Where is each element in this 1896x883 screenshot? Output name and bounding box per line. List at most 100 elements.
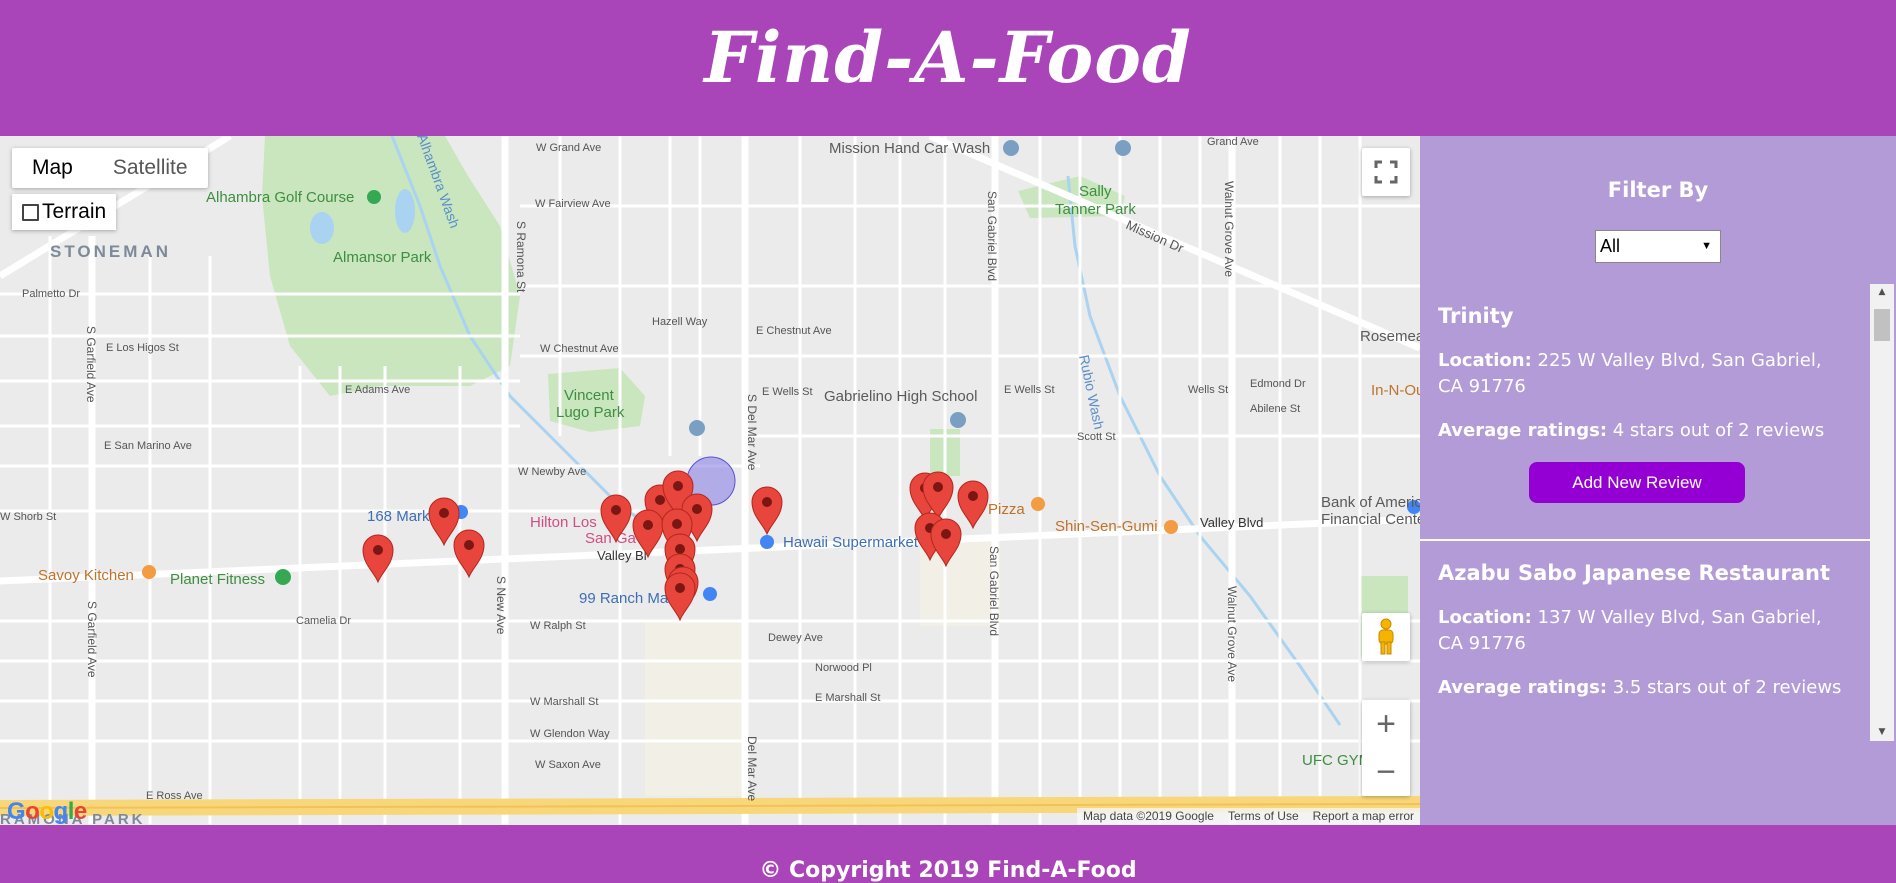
marker-icon[interactable] bbox=[957, 480, 989, 530]
site-title: Find-A-Food bbox=[704, 16, 1192, 99]
restaurant-list[interactable]: Trinity Location: 225 W Valley Blvd, San… bbox=[1420, 284, 1870, 825]
commercial-area bbox=[645, 621, 745, 796]
street-label: Valley Blvd bbox=[1200, 515, 1263, 530]
filter-select[interactable]: All ▼ bbox=[1595, 230, 1721, 263]
street-label: Abilene St bbox=[1250, 403, 1300, 415]
street-label: W Newby Ave bbox=[518, 466, 586, 478]
street-label: Edmond Dr bbox=[1250, 378, 1306, 390]
map-type-map-button[interactable]: Map bbox=[12, 148, 93, 188]
street-label: W Ralph St bbox=[530, 620, 586, 632]
fullscreen-button[interactable] bbox=[1362, 148, 1410, 196]
add-new-review-button[interactable]: Add New Review bbox=[1529, 462, 1745, 503]
map-label: In-N-Ou bbox=[1371, 382, 1420, 399]
map[interactable]: Alhambra Golf Course STONEMAN Almansor P… bbox=[0, 136, 1420, 825]
street-label: Mission Dr bbox=[1124, 217, 1187, 256]
marker-icon[interactable] bbox=[362, 534, 394, 584]
street-label: Dewey Ave bbox=[768, 632, 823, 644]
street-label: S Del Mar Ave bbox=[745, 394, 759, 471]
map-label: Sally bbox=[1079, 183, 1112, 200]
google-logo-letter: o bbox=[25, 798, 40, 825]
restaurant-card: Azabu Sabo Japanese Restaurant Location:… bbox=[1420, 541, 1870, 701]
marker-icon[interactable] bbox=[664, 572, 696, 622]
list-scrollbar[interactable]: ▲ ▼ bbox=[1870, 284, 1894, 741]
street-label: Camelia Dr bbox=[296, 615, 351, 627]
restaurant-ratings: Average ratings: 4 stars out of 2 review… bbox=[1438, 418, 1870, 444]
fitness-poi-icon bbox=[275, 569, 291, 585]
shopping-poi-icon bbox=[703, 587, 717, 601]
checkbox-icon[interactable] bbox=[22, 203, 39, 221]
copyright-text: © Copyright 2019 Find-A-Food bbox=[759, 858, 1137, 883]
street-label: Del Mar Ave bbox=[745, 736, 759, 801]
street-label: E Chestnut Ave bbox=[756, 325, 832, 337]
marker-icon[interactable] bbox=[751, 486, 783, 536]
ratings-value: 3.5 stars out of 2 reviews bbox=[1607, 677, 1842, 698]
map-label: Financial Center bbox=[1321, 511, 1420, 528]
scrollbar-thumb[interactable] bbox=[1874, 309, 1890, 341]
report-map-error-link[interactable]: Report a map error bbox=[1313, 808, 1414, 825]
zoom-in-button[interactable]: + bbox=[1362, 700, 1410, 748]
footer: © Copyright 2019 Find-A-Food bbox=[0, 825, 1896, 883]
ratings-value: 4 stars out of 2 reviews bbox=[1607, 420, 1825, 441]
map-type-control: Map Satellite bbox=[12, 148, 208, 188]
street-label: Hazell Way bbox=[652, 316, 708, 328]
shopping-poi-icon bbox=[760, 535, 774, 549]
location-label: Location: bbox=[1438, 607, 1532, 628]
map-label: Savoy Kitchen bbox=[38, 567, 134, 584]
carwash-poi-icon bbox=[1003, 140, 1019, 156]
map-label: Hawaii Supermarket bbox=[783, 534, 919, 551]
street-label: W Glendon Way bbox=[530, 728, 610, 740]
map-label: Alhambra Golf Course bbox=[206, 189, 354, 206]
street-label: E Adams Ave bbox=[345, 384, 410, 396]
scroll-up-icon[interactable]: ▲ bbox=[1870, 284, 1894, 301]
map-label: Tanner Park bbox=[1055, 201, 1136, 218]
lake bbox=[310, 212, 334, 244]
ratings-label: Average ratings: bbox=[1438, 420, 1608, 441]
street-label: W Saxon Ave bbox=[535, 759, 601, 771]
school-poi-icon bbox=[689, 420, 705, 436]
street-label: S Ramona St bbox=[514, 221, 528, 293]
street-label: E Wells St bbox=[1004, 384, 1055, 396]
marker-icon[interactable] bbox=[428, 497, 460, 547]
dropdown-arrow-icon: ▼ bbox=[1701, 240, 1712, 252]
zoom-control: + − bbox=[1362, 700, 1410, 796]
map-label: Lugo Park bbox=[556, 404, 625, 421]
google-logo[interactable]: Google bbox=[7, 798, 87, 825]
school-poi-icon bbox=[950, 412, 966, 428]
map-canvas[interactable]: Alhambra Golf Course STONEMAN Almansor P… bbox=[0, 136, 1420, 825]
map-label: Hilton Los bbox=[530, 514, 597, 531]
terrain-toggle[interactable]: Terrain bbox=[12, 194, 117, 230]
map-label: 168 Mark bbox=[367, 508, 430, 525]
scroll-down-icon[interactable]: ▼ bbox=[1870, 724, 1894, 741]
poi-icon bbox=[1115, 140, 1131, 156]
map-type-satellite-button[interactable]: Satellite bbox=[93, 148, 208, 188]
park-area bbox=[262, 136, 520, 396]
header: Find-A-Food bbox=[0, 0, 1896, 136]
restaurant-card: Trinity Location: 225 W Valley Blvd, San… bbox=[1420, 284, 1870, 541]
street-label: E Marshall St bbox=[815, 692, 880, 704]
zoom-out-button[interactable]: − bbox=[1362, 748, 1410, 796]
restaurant-ratings: Average ratings: 3.5 stars out of 2 revi… bbox=[1438, 675, 1870, 701]
terms-of-use-link[interactable]: Terms of Use bbox=[1228, 808, 1299, 825]
map-label: 99 Ranch Ma bbox=[579, 590, 669, 607]
golf-poi-icon bbox=[367, 190, 381, 204]
street-label: Palmetto Dr bbox=[22, 288, 80, 300]
sidebar: Filter By All ▼ Trinity Location: 225 W … bbox=[1420, 136, 1896, 825]
street-label: Walnut Grove Ave bbox=[1222, 181, 1236, 277]
restaurant-location: Location: 137 W Valley Blvd, San Gabriel… bbox=[1438, 605, 1870, 657]
street-label: Norwood Pl bbox=[815, 662, 872, 674]
ratings-label: Average ratings: bbox=[1438, 677, 1608, 698]
street-label: Grand Ave bbox=[1207, 136, 1259, 148]
filter-selected-value: All bbox=[1600, 236, 1621, 256]
google-logo-letter: o bbox=[39, 798, 54, 825]
location-label: Location: bbox=[1438, 350, 1532, 371]
map-label: Rosemea bbox=[1360, 328, 1420, 345]
map-data-credit: Map data ©2019 Google bbox=[1083, 809, 1214, 823]
street-label: S Garfield Ave bbox=[85, 601, 99, 678]
map-label: Pizza bbox=[988, 501, 1025, 518]
street-view-button[interactable] bbox=[1362, 613, 1410, 661]
street-label: Wells St bbox=[1188, 384, 1228, 396]
street-label: San Gabriel Blvd bbox=[985, 191, 999, 281]
lake bbox=[395, 189, 415, 233]
filter-label: Filter By bbox=[1607, 178, 1709, 202]
street-label: W Chestnut Ave bbox=[540, 343, 619, 355]
